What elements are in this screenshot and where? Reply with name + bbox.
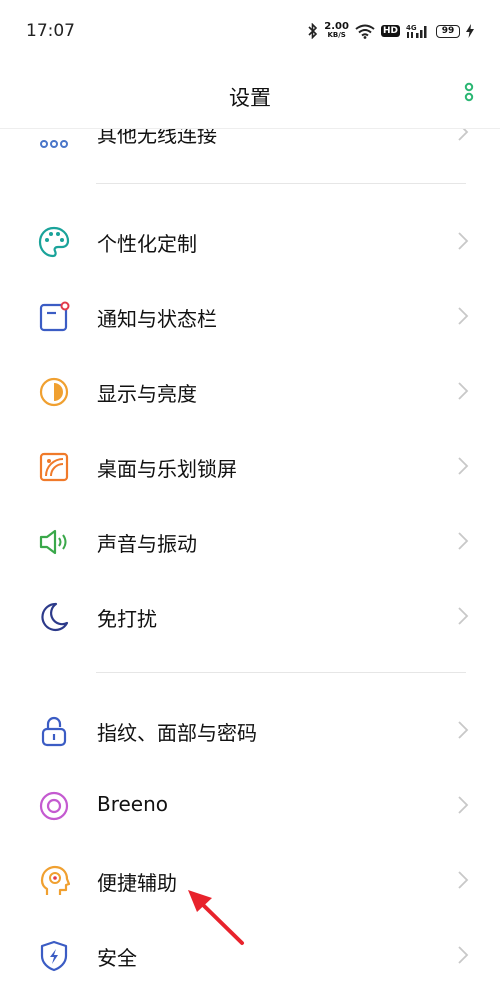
chevron-right-icon [458,382,469,400]
settings-item-label: 便捷辅助 [97,871,177,895]
signal-icon: 4G [406,24,427,38]
settings-item-security-password[interactable]: 指纹、面部与密码 [0,695,500,765]
title-bar: 设置 [0,62,500,129]
settings-item-wallpaper[interactable]: 桌面与乐划锁屏 [0,431,500,501]
settings-item-breeno[interactable]: Breeno [0,770,500,840]
chevron-right-icon [458,307,469,325]
wallpaper-icon [39,452,69,482]
speed-unit: KB/S [327,31,346,39]
settings-item-label: 通知与状态栏 [97,307,217,331]
charging-icon [466,24,474,38]
network-speed: 2.00 KB/S [324,22,349,40]
battery-indicator: 99 [436,24,460,38]
chevron-right-icon [458,946,469,964]
settings-item-sound[interactable]: 声音与振动 [0,506,500,576]
settings-item-display[interactable]: 显示与亮度 [0,356,500,426]
chevron-right-icon [458,457,469,475]
palette-icon [38,226,70,258]
assist-icon [40,865,70,895]
bluetooth-icon [308,23,318,39]
brightness-icon [39,377,69,407]
more-options-icon[interactable] [460,82,478,108]
settings-item-label: 声音与振动 [97,532,197,556]
section-divider [96,183,466,184]
settings-item-label: 免打扰 [97,607,157,631]
settings-item-label: 指纹、面部与密码 [97,721,257,745]
status-time: 17:07 [26,21,75,41]
wifi-icon [355,24,375,39]
moon-icon [41,602,69,632]
settings-item-label: Breeno [97,792,169,816]
settings-item-label: 显示与亮度 [97,382,197,406]
status-bar: 17:07 2.00 KB/S HD 4G 99 [0,0,500,60]
chevron-right-icon [458,796,469,814]
network-type: 4G [406,24,417,32]
settings-item-notifications[interactable]: 通知与状态栏 [0,281,500,351]
chevron-right-icon [458,871,469,889]
settings-item-label: 个性化定制 [97,232,197,256]
speaker-icon [39,529,67,555]
status-icons: 2.00 KB/S HD 4G 99 [308,20,474,42]
settings-item-label: 桌面与乐划锁屏 [97,457,237,481]
lock-icon [41,716,67,747]
chevron-right-icon [458,532,469,550]
notification-icon [39,301,70,332]
annotation-arrow-icon [188,890,244,945]
page-title: 设置 [229,86,271,110]
section-divider [96,672,466,673]
shield-icon [40,940,68,972]
hd-badge: HD [380,25,400,37]
battery-level: 99 [441,26,455,36]
chevron-right-icon [458,232,469,250]
settings-item-do-not-disturb[interactable]: 免打扰 [0,581,500,651]
chevron-right-icon [458,607,469,625]
speed-value: 2.00 [324,21,349,32]
settings-item-personalization[interactable]: 个性化定制 [0,206,500,276]
breeno-icon [39,791,69,821]
chevron-right-icon [458,721,469,739]
settings-item-label: 安全 [97,946,137,970]
